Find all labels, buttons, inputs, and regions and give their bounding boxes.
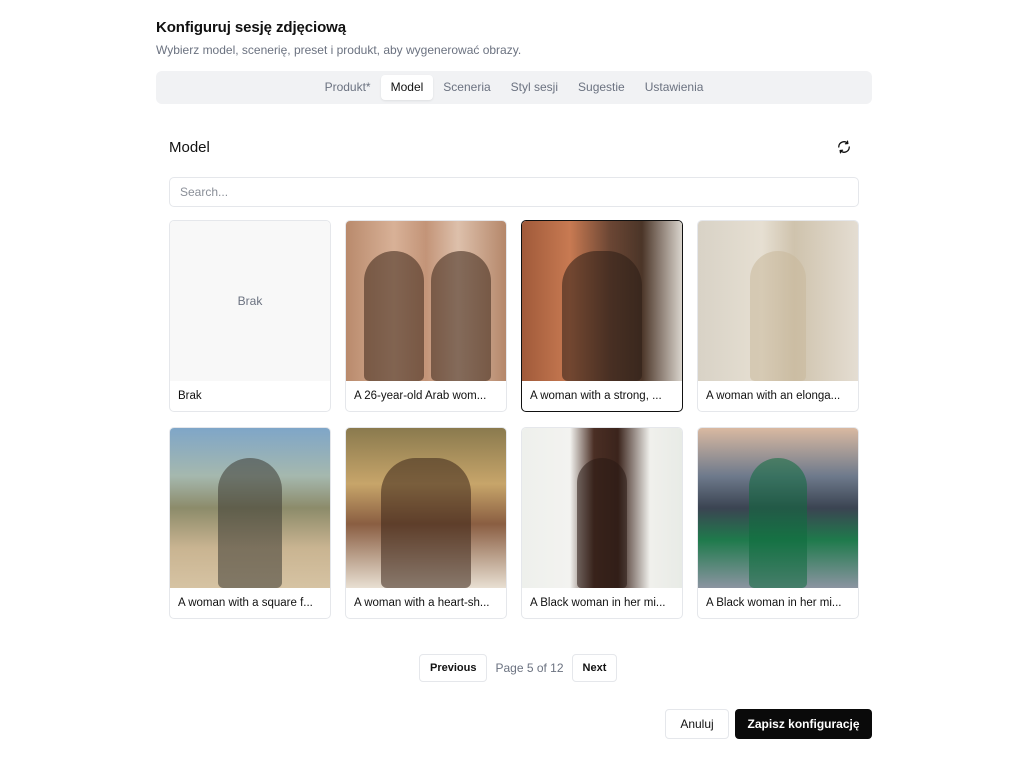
model-card-label: A 26-year-old Arab wom...	[354, 390, 487, 402]
model-photo-figure	[431, 251, 492, 381]
model-photo	[698, 221, 858, 381]
model-card[interactable]: A Black woman in her mi...	[697, 427, 859, 619]
model-grid: Brak Brak A 26-year-old Arab wom... A wo…	[169, 220, 859, 619]
model-photo-figure	[749, 458, 807, 588]
model-card-label: A woman with an elonga...	[706, 390, 841, 402]
model-photo	[522, 428, 682, 588]
model-card-label: A Black woman in her mi...	[530, 597, 666, 609]
refresh-icon	[838, 140, 850, 154]
cancel-button[interactable]: Anuluj	[665, 709, 729, 739]
model-card[interactable]: A woman with an elonga...	[697, 220, 859, 412]
tab-sceneria[interactable]: Sceneria	[433, 75, 500, 100]
model-photo-figure	[577, 458, 627, 588]
model-photo	[346, 221, 506, 381]
model-photo-figure	[381, 458, 471, 588]
model-photo-figure	[562, 251, 642, 381]
save-config-button[interactable]: Zapisz konfigurację	[735, 709, 872, 739]
model-card[interactable]: A Black woman in her mi...	[521, 427, 683, 619]
refresh-button[interactable]	[834, 137, 854, 157]
model-card-empty-image: Brak	[170, 221, 330, 381]
pagination: Previous Page 5 of 12 Next	[419, 654, 618, 682]
tab-bar: Produkt* Model Sceneria Styl sesji Suges…	[156, 71, 872, 104]
model-photo	[522, 221, 682, 381]
model-card-label: A woman with a strong, ...	[530, 390, 662, 402]
model-photo-figure	[218, 458, 282, 588]
previous-button[interactable]: Previous	[419, 654, 488, 682]
next-button[interactable]: Next	[571, 654, 618, 682]
model-card-label: A woman with a heart-sh...	[354, 597, 490, 609]
model-card[interactable]: A woman with a heart-sh...	[345, 427, 507, 619]
model-card-label: A Black woman in her mi...	[706, 597, 842, 609]
empty-image-text: Brak	[237, 294, 263, 308]
page-indicator: Page 5 of 12	[495, 661, 564, 675]
model-card[interactable]: A 26-year-old Arab wom...	[345, 220, 507, 412]
search-input[interactable]	[169, 177, 859, 207]
model-card[interactable]: A woman with a square f...	[169, 427, 331, 619]
tab-model[interactable]: Model	[380, 75, 434, 100]
tab-produkt[interactable]: Produkt*	[315, 75, 381, 100]
model-card-label: Brak	[178, 390, 202, 402]
model-card-label: A woman with a square f...	[178, 597, 313, 609]
model-photo	[170, 428, 330, 588]
model-photo-figure	[750, 251, 806, 381]
model-photo	[346, 428, 506, 588]
tab-sugestie[interactable]: Sugestie	[568, 75, 635, 100]
model-card-selected[interactable]: A woman with a strong, ...	[521, 220, 683, 412]
tab-ustawienia[interactable]: Ustawienia	[635, 75, 714, 100]
model-card[interactable]: Brak Brak	[169, 220, 331, 412]
model-photo	[698, 428, 858, 588]
dialog-title: Konfiguruj sesję zdjęciową	[156, 19, 346, 36]
section-title: Model	[169, 139, 210, 156]
tab-styl-sesji[interactable]: Styl sesji	[501, 75, 568, 100]
model-photo-figure	[364, 251, 424, 381]
dialog-subtitle: Wybierz model, scenerię, preset i produk…	[156, 43, 522, 57]
